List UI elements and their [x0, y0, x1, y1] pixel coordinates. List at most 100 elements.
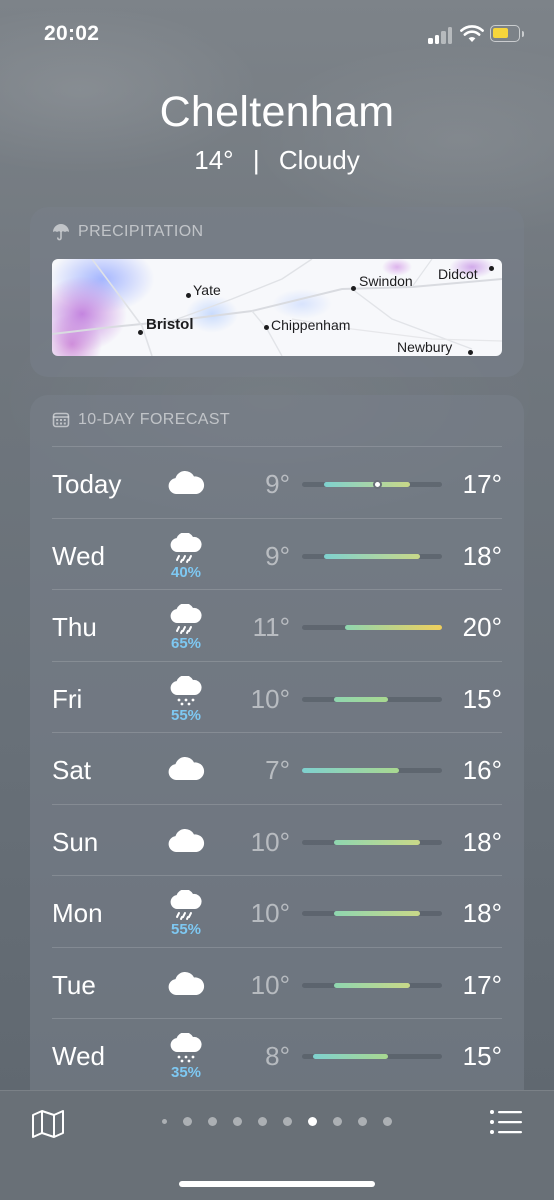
separator: | — [252, 145, 260, 175]
map-pin-chippenham — [264, 325, 269, 330]
temperature-range-track — [302, 1054, 442, 1059]
page-dot[interactable] — [208, 1117, 217, 1126]
forecast-row[interactable]: Sat 7° 16° — [52, 732, 502, 804]
city-name: Cheltenham — [159, 88, 395, 136]
forecast-day: Thu — [52, 612, 97, 642]
high-temperature: 18° — [462, 826, 502, 857]
battery-icon — [490, 25, 524, 42]
page-dot[interactable] — [258, 1117, 267, 1126]
cloud-icon — [166, 827, 206, 873]
status-bar: 20:02 — [0, 0, 554, 70]
cloud-drizzle-icon: 55% — [166, 674, 206, 724]
high-temperature: 15° — [462, 683, 502, 714]
forecast-row[interactable]: Thu 65% 11° 20° — [52, 589, 502, 661]
forecast-row[interactable]: Sun 10° 18° — [52, 803, 502, 876]
current-conditions: 14° | Cloudy — [0, 145, 554, 176]
map-label-didcot: Didcot — [438, 266, 478, 282]
temperature-range-track — [302, 768, 442, 773]
map-label-chippenham: Chippenham — [271, 317, 351, 333]
precipitation-title: PRECIPITATION — [78, 223, 204, 240]
temperature-range-bar — [312, 1054, 389, 1059]
low-temperature: 10° — [250, 826, 290, 857]
umbrella-icon — [53, 224, 69, 241]
high-temperature: 15° — [462, 1041, 502, 1071]
low-temperature: 8° — [265, 1041, 290, 1071]
forecast-row[interactable]: Fri 55% 10° 15° — [52, 660, 502, 733]
page-dot[interactable] — [183, 1117, 192, 1126]
low-temperature: 11° — [252, 612, 290, 642]
cloud-rain-icon: 65% — [166, 603, 206, 652]
map-pin-yate — [186, 293, 191, 298]
high-temperature: 16° — [462, 755, 502, 785]
page-indicator[interactable] — [0, 1117, 554, 1126]
forecast-row[interactable]: Today 9° 17° — [52, 446, 502, 518]
cloud-rain-icon: 55% — [166, 889, 206, 938]
forecast-day: Fri — [52, 683, 83, 714]
cloud-icon — [166, 970, 206, 1016]
map-label-yate: Yate — [193, 282, 221, 298]
precipitation-chance: 55% — [170, 921, 202, 938]
temperature-range-track — [302, 625, 442, 630]
forecast-day: Wed — [52, 1041, 105, 1071]
temperature-range-track — [302, 553, 442, 559]
map-pin-didcot — [489, 266, 494, 271]
page-dot[interactable] — [283, 1117, 292, 1126]
location-page-dot-current[interactable] — [162, 1119, 167, 1124]
page-dot[interactable] — [233, 1117, 242, 1126]
high-temperature: 20° — [462, 612, 502, 642]
temperature-range-bar — [334, 982, 410, 988]
forecast-row[interactable]: Mon 55% 10° 18° — [52, 875, 502, 947]
page-dot[interactable] — [358, 1117, 367, 1126]
precipitation-map[interactable]: Yate Swindon Didcot Bristol Chippenham N… — [52, 259, 502, 356]
temperature-range-track — [302, 982, 442, 988]
map-label-swindon: Swindon — [359, 273, 413, 289]
forecast-header: 10-DAY FORECAST — [52, 411, 230, 429]
map-label-newbury: Newbury — [397, 339, 453, 355]
forecast-day: Today — [52, 469, 122, 499]
cloud-drizzle-icon: 35% — [166, 1032, 206, 1081]
forecast-day: Sat — [52, 755, 92, 785]
home-indicator[interactable] — [179, 1181, 375, 1187]
temperature-range-bar — [323, 553, 421, 559]
high-temperature: 17° — [462, 969, 502, 1000]
forecast-row[interactable]: Wed 40% 9° 18° — [52, 517, 502, 590]
list-icon[interactable] — [489, 1109, 523, 1135]
cloud-icon — [166, 469, 206, 515]
low-temperature: 7° — [265, 755, 290, 785]
ten-day-forecast-card[interactable]: 10-DAY FORECAST Today 9° 17° Wed 40% 9° 18° Thu… — [30, 395, 524, 1115]
map-pin-bristol — [138, 330, 143, 335]
temperature-range-bar — [334, 839, 421, 845]
low-temperature: 9° — [265, 469, 290, 499]
temperature-range-bar — [302, 768, 399, 773]
forecast-row[interactable]: Tue 10° 17° — [52, 946, 502, 1019]
temperature-range-track — [302, 696, 442, 702]
forecast-day: Sun — [52, 826, 99, 857]
map-label-bristol: Bristol — [146, 316, 194, 333]
forecast-row[interactable]: Wed 35% 8° 15° — [52, 1018, 502, 1090]
temperature-range-bar — [323, 482, 410, 487]
cellular-signal-icon — [428, 26, 454, 44]
high-temperature: 18° — [462, 540, 502, 571]
precipitation-card[interactable]: PRECIPITATION Yate Swindon Didcot Bristo… — [30, 207, 524, 377]
precipitation-chance: 40% — [170, 563, 202, 581]
precipitation-chance: 35% — [170, 1064, 202, 1081]
current-temperature: 14° — [194, 145, 234, 175]
temperature-range-track — [302, 839, 442, 845]
cloud-icon — [166, 755, 206, 801]
precipitation-chance: 55% — [170, 706, 202, 724]
low-temperature: 10° — [250, 898, 290, 928]
map-pin-swindon — [351, 286, 356, 291]
temperature-range-track — [302, 911, 442, 916]
page-dot[interactable] — [383, 1117, 392, 1126]
temperature-range-bar — [334, 911, 421, 916]
low-temperature: 10° — [250, 683, 290, 714]
page-dot[interactable] — [333, 1117, 342, 1126]
precipitation-chance: 65% — [170, 635, 202, 652]
page-dot[interactable] — [308, 1117, 317, 1126]
temperature-range-bar — [345, 625, 442, 630]
forecast-list: Today 9° 17° Wed 40% 9° 18° Thu 65% 11° 20° Fri 55% 1… — [52, 446, 502, 1090]
forecast-day: Wed — [52, 540, 105, 571]
wifi-icon — [460, 25, 484, 42]
high-temperature: 17° — [462, 469, 502, 499]
temperature-range-bar — [334, 696, 389, 702]
